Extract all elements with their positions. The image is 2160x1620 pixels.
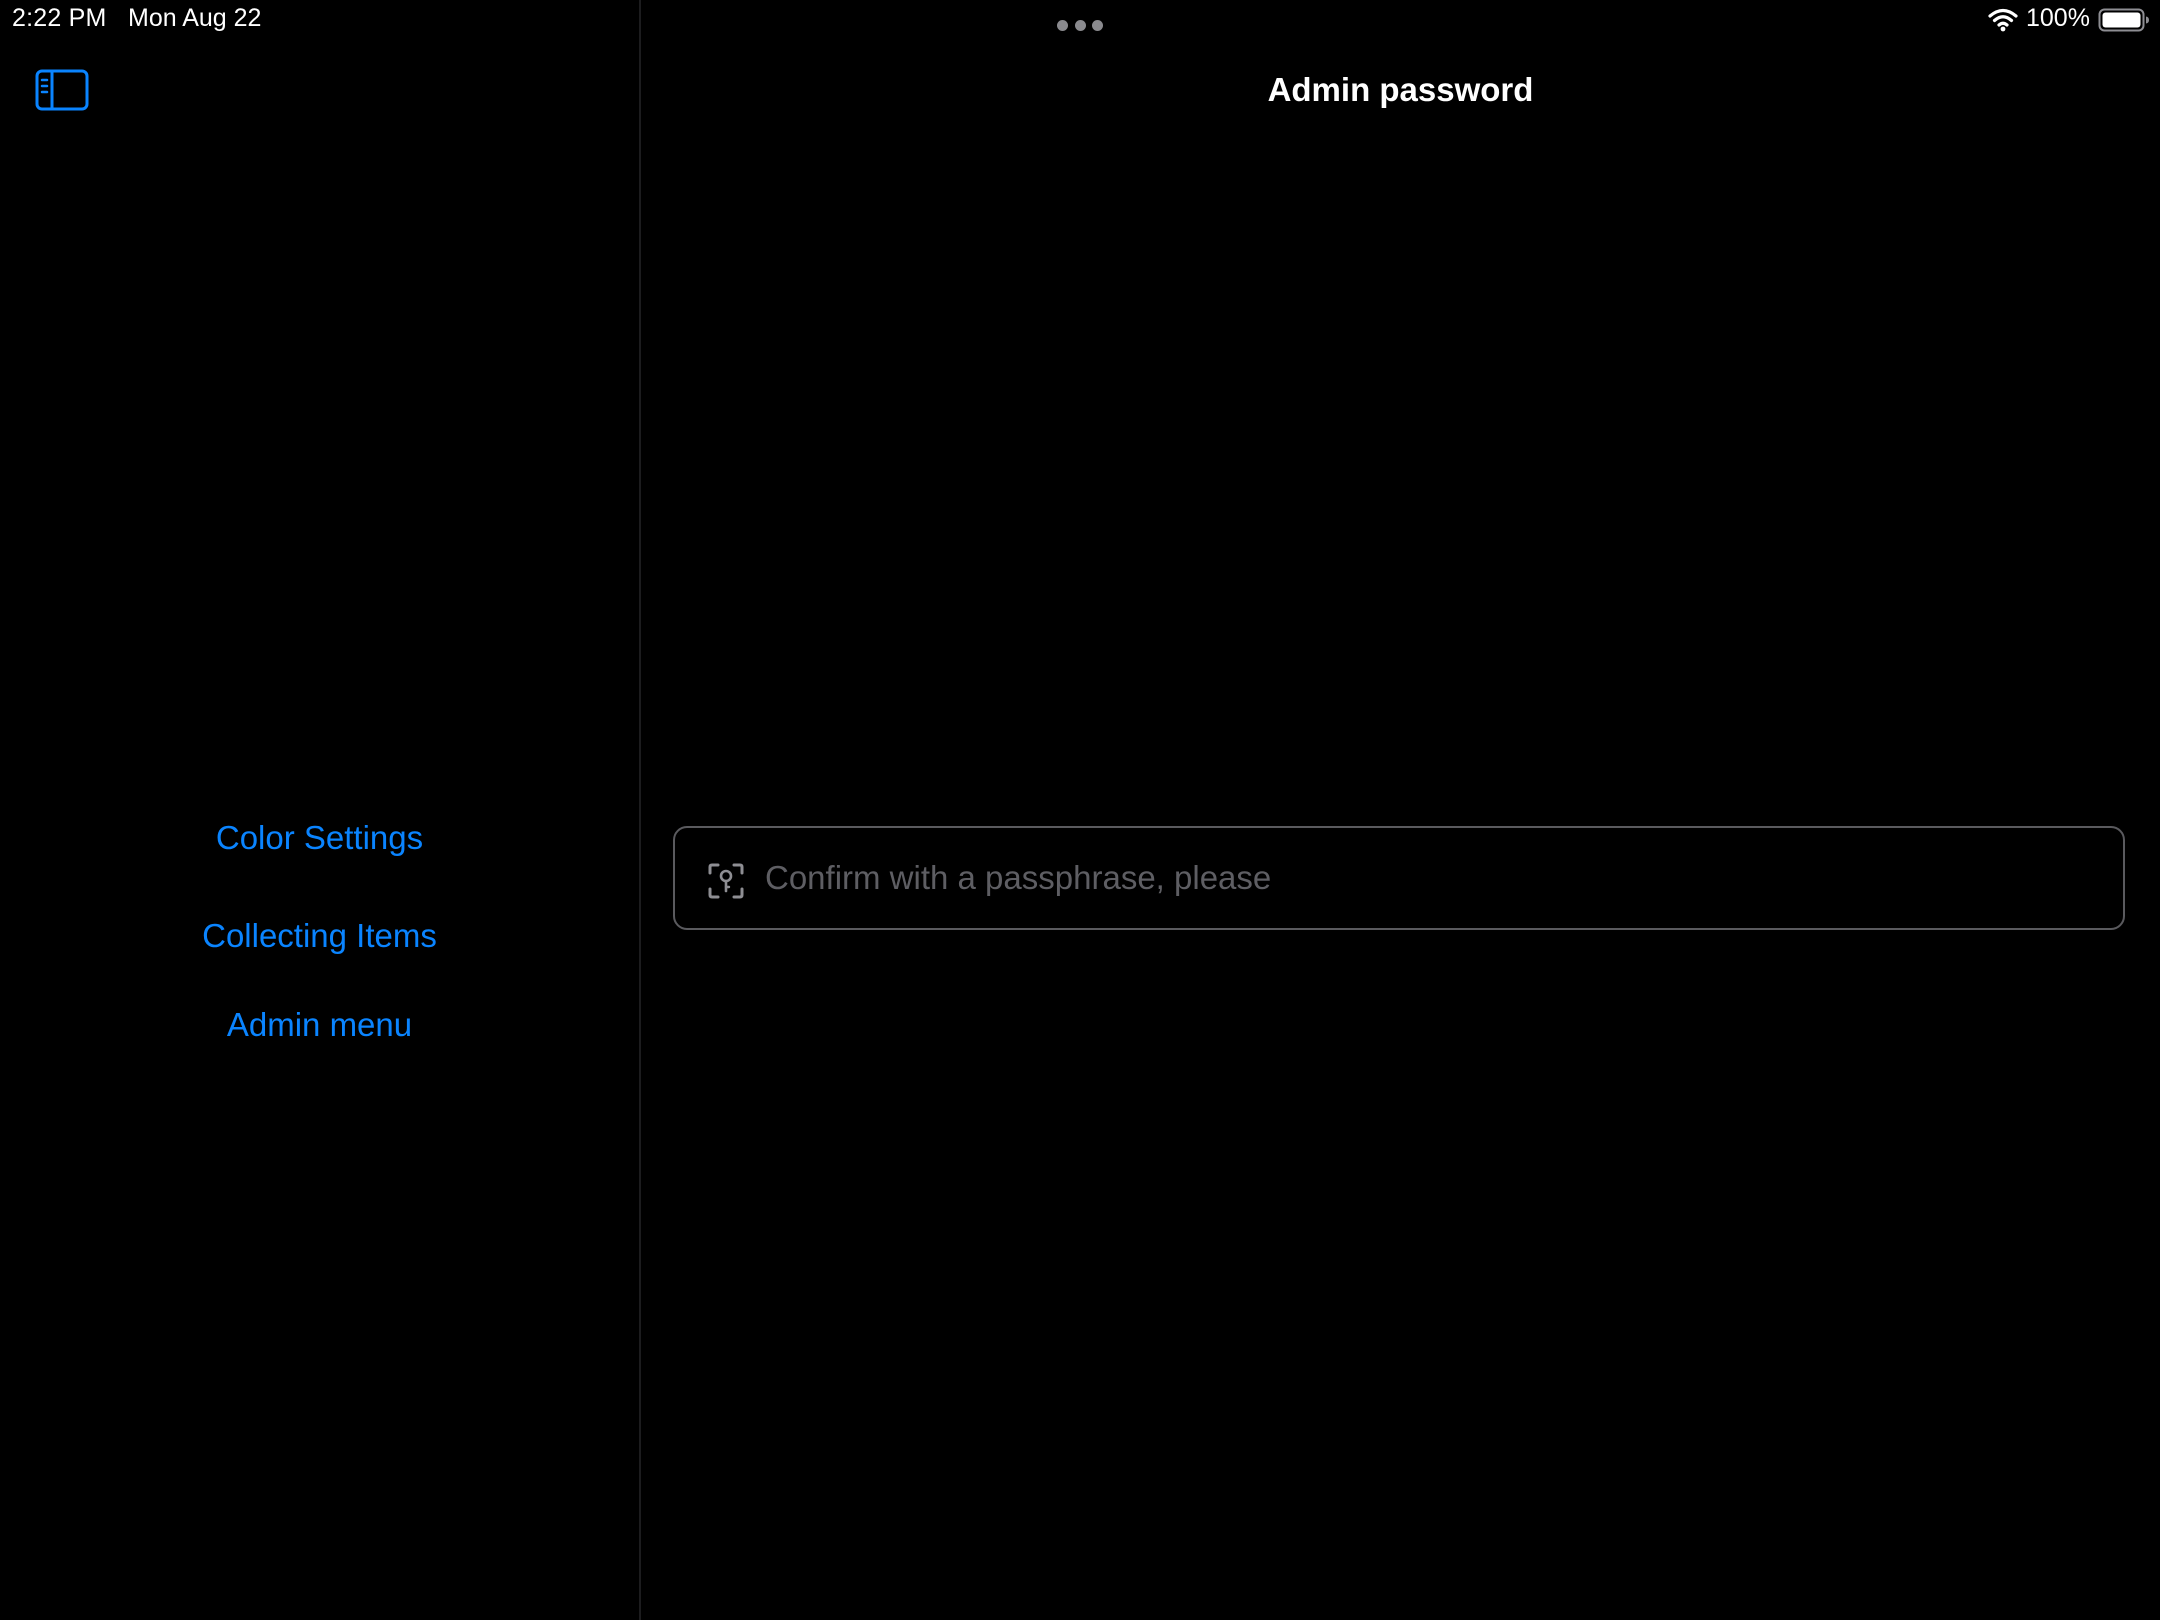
- status-bar: 2:22 PM Mon Aug 22 100%: [0, 0, 2160, 44]
- passphrase-input[interactable]: [765, 828, 2105, 928]
- app-screen: Color Settings Collecting Items Admin me…: [0, 0, 2160, 1620]
- dot: [1092, 20, 1103, 31]
- detail-pane: Admin password: [641, 0, 2160, 1620]
- sidebar: Color Settings Collecting Items Admin me…: [0, 0, 641, 1620]
- sidebar-item-collecting-items[interactable]: Collecting Items: [0, 914, 639, 958]
- key-viewfinder-icon: [708, 863, 744, 899]
- sidebar-toggle-icon: [35, 69, 89, 111]
- sidebar-item-color-settings[interactable]: Color Settings: [0, 816, 639, 860]
- dot: [1074, 20, 1086, 31]
- sidebar-item-admin-menu[interactable]: Admin menu: [0, 1003, 639, 1047]
- status-time: 2:22 PM: [12, 4, 107, 32]
- battery-full-icon: [2098, 8, 2149, 32]
- status-date: Mon Aug 22: [128, 4, 262, 32]
- dot: [1057, 20, 1068, 31]
- sidebar-toggle-button[interactable]: [34, 68, 90, 112]
- page-title: Admin password: [1267, 71, 1534, 108]
- battery-percent: 100%: [2026, 4, 2090, 32]
- passphrase-field[interactable]: [673, 826, 2125, 930]
- wifi-icon: [1988, 8, 2018, 32]
- more-dots-icon[interactable]: [1057, 20, 1103, 32]
